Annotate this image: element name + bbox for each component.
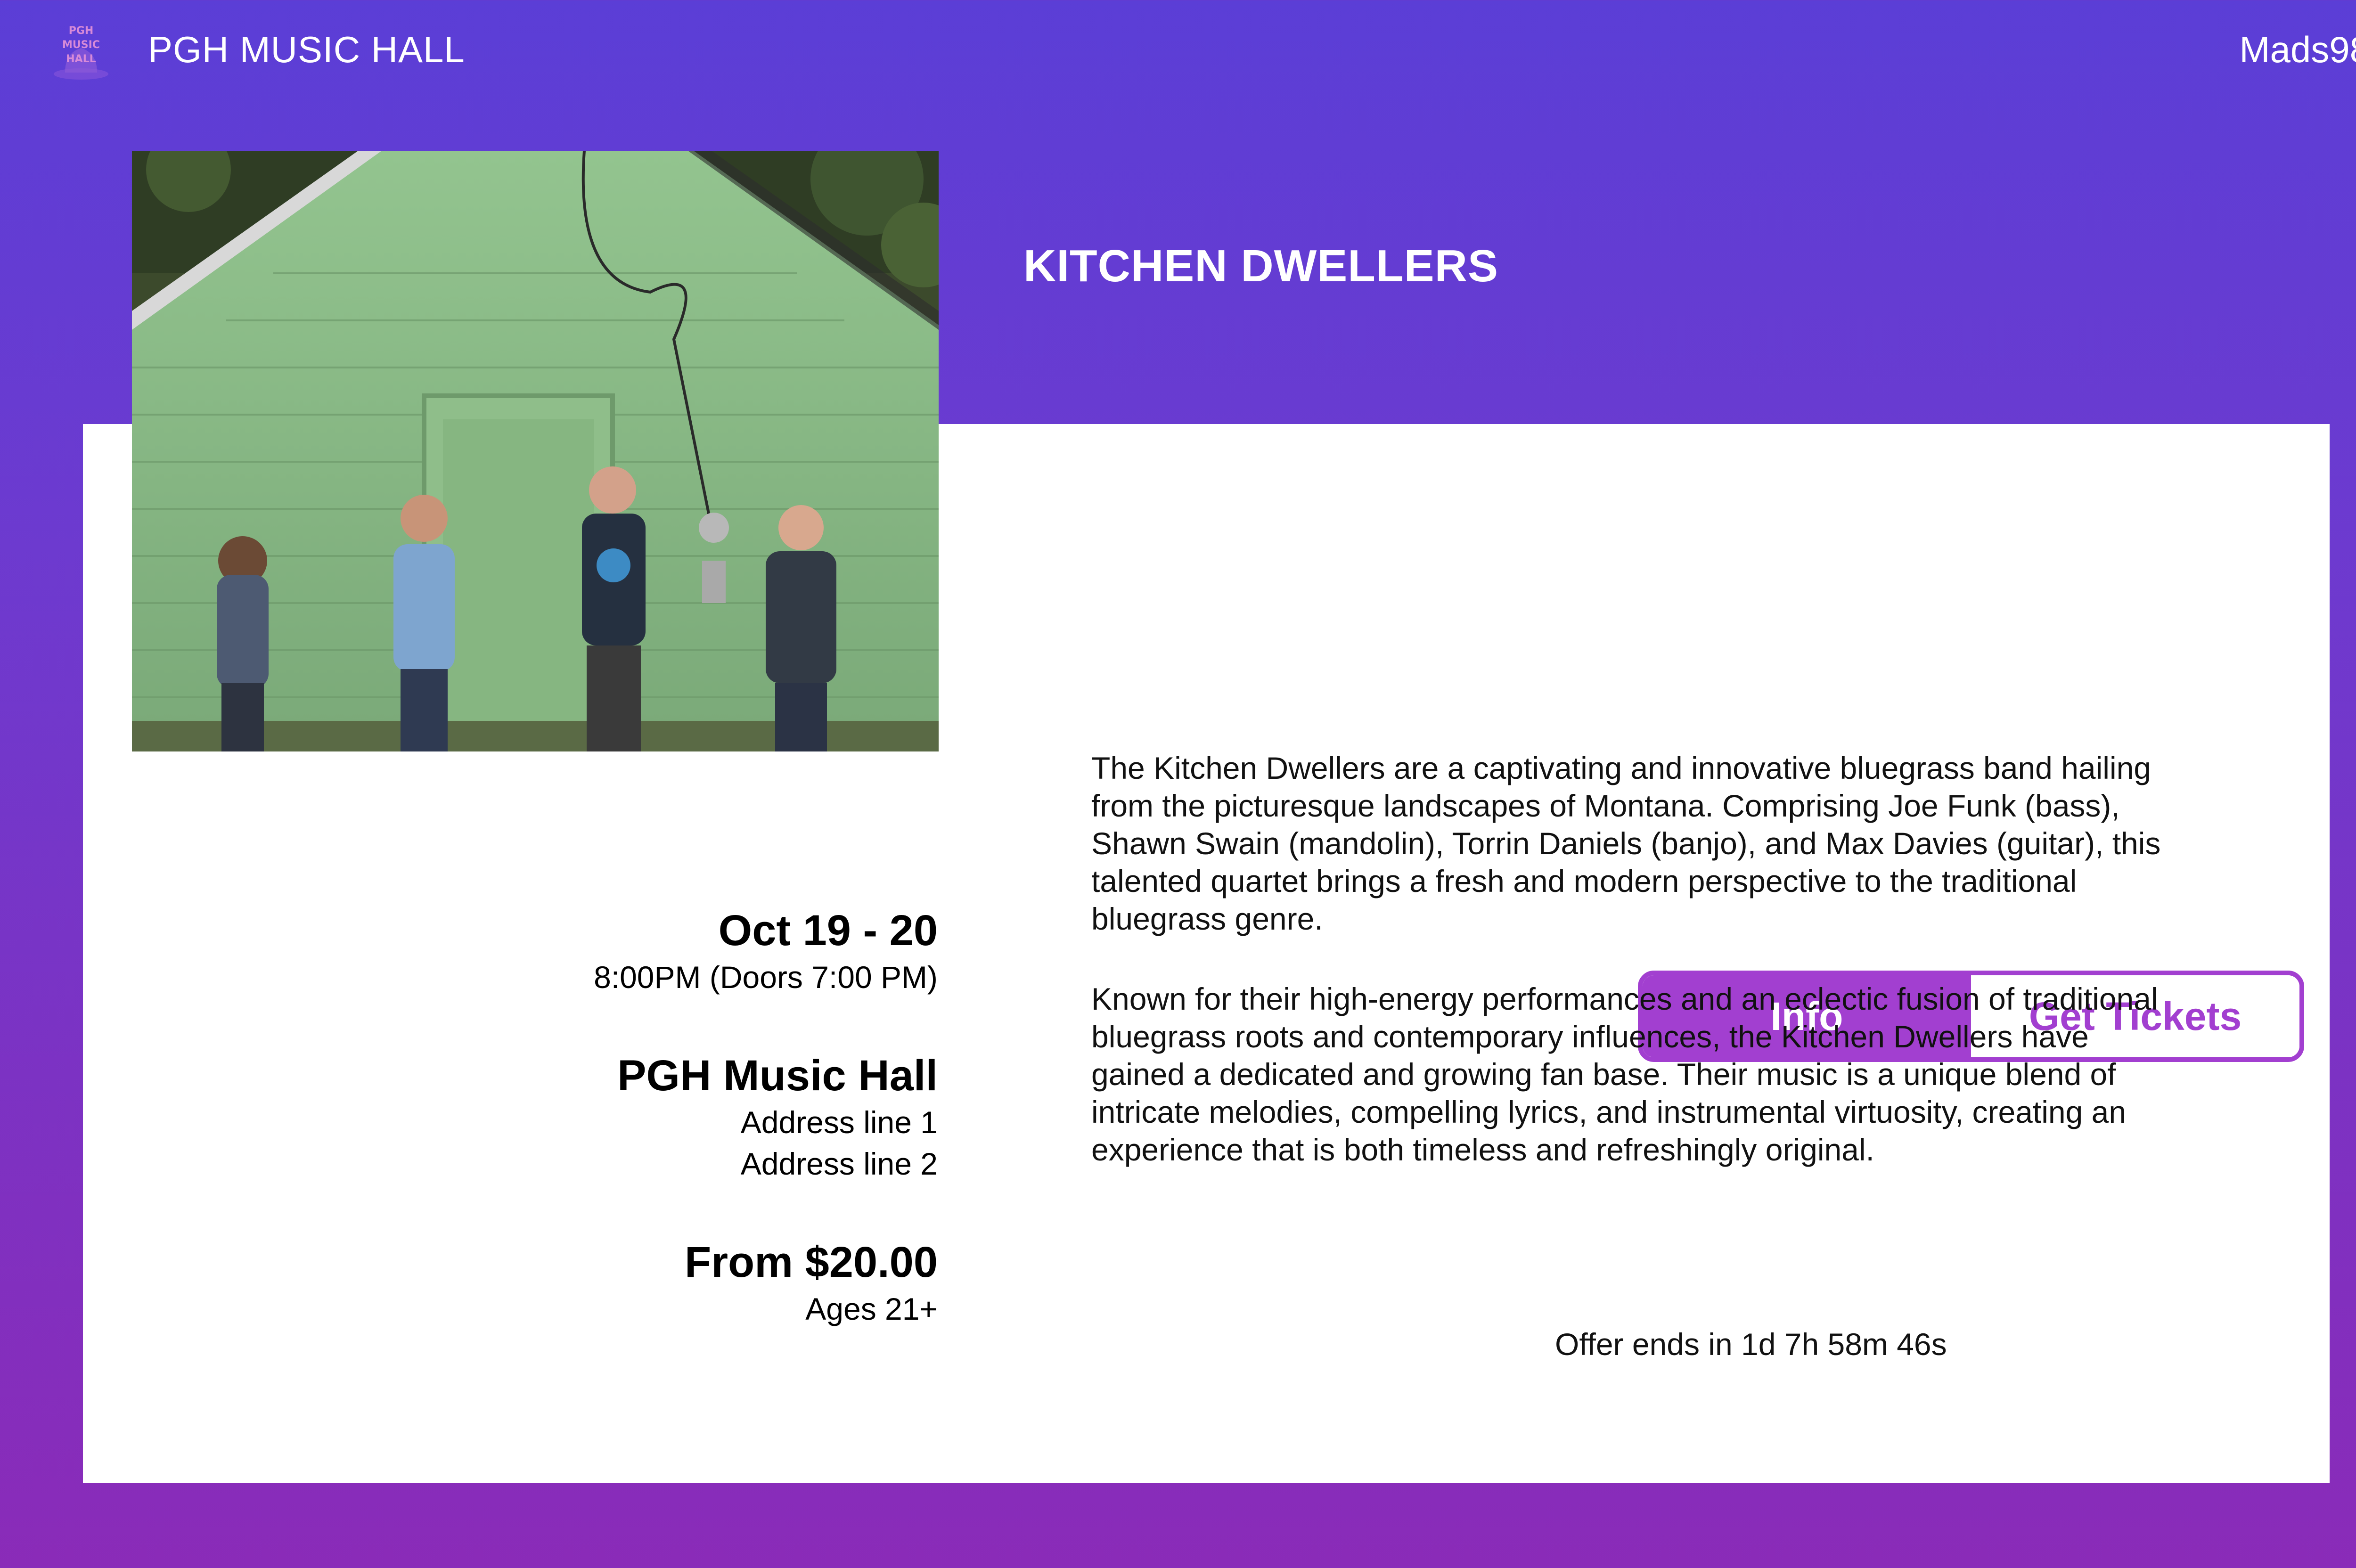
venue-address-line-2: Address line 2 [740, 1146, 938, 1181]
event-details: Oct 19 - 20 8:00PM (Doors 7:00 PM) PGH M… [330, 905, 938, 1330]
offer-countdown: Offer ends in 1d 7h 58m 46s [1555, 1327, 1947, 1362]
event-dates: Oct 19 - 20 [718, 906, 938, 955]
event-title: KITCHEN DWELLERS [1023, 241, 1498, 291]
description-paragraph-1: The Kitchen Dwellers are a captivating a… [1091, 751, 2161, 936]
site-title[interactable]: PGH MUSIC HALL [148, 24, 465, 75]
age-restriction: Ages 21+ [805, 1291, 938, 1326]
svg-text:PGH: PGH [69, 25, 94, 37]
site-logo[interactable]: PGH MUSIC HALL [51, 20, 111, 81]
event-description: The Kitchen Dwellers are a captivating a… [1091, 749, 2175, 1211]
venue-name: PGH Music Hall [617, 1052, 938, 1100]
svg-text:MUSIC: MUSIC [62, 39, 100, 51]
band-photo [132, 151, 939, 751]
top-navigation-bar: PGH MUSIC HALL PGH MUSIC HALL Mads98 [0, 0, 2356, 99]
event-time: 8:00PM (Doors 7:00 PM) [594, 960, 938, 995]
ticket-price: From $20.00 [685, 1238, 938, 1286]
user-account-name[interactable]: Mads98 [2240, 24, 2356, 75]
venue-address-line-1: Address line 1 [740, 1105, 938, 1140]
band-photo-image [132, 151, 939, 751]
svg-text:HALL: HALL [66, 53, 96, 65]
description-paragraph-2: Known for their high-energy performances… [1091, 981, 2158, 1167]
site-logo-image: PGH MUSIC HALL [54, 25, 108, 80]
